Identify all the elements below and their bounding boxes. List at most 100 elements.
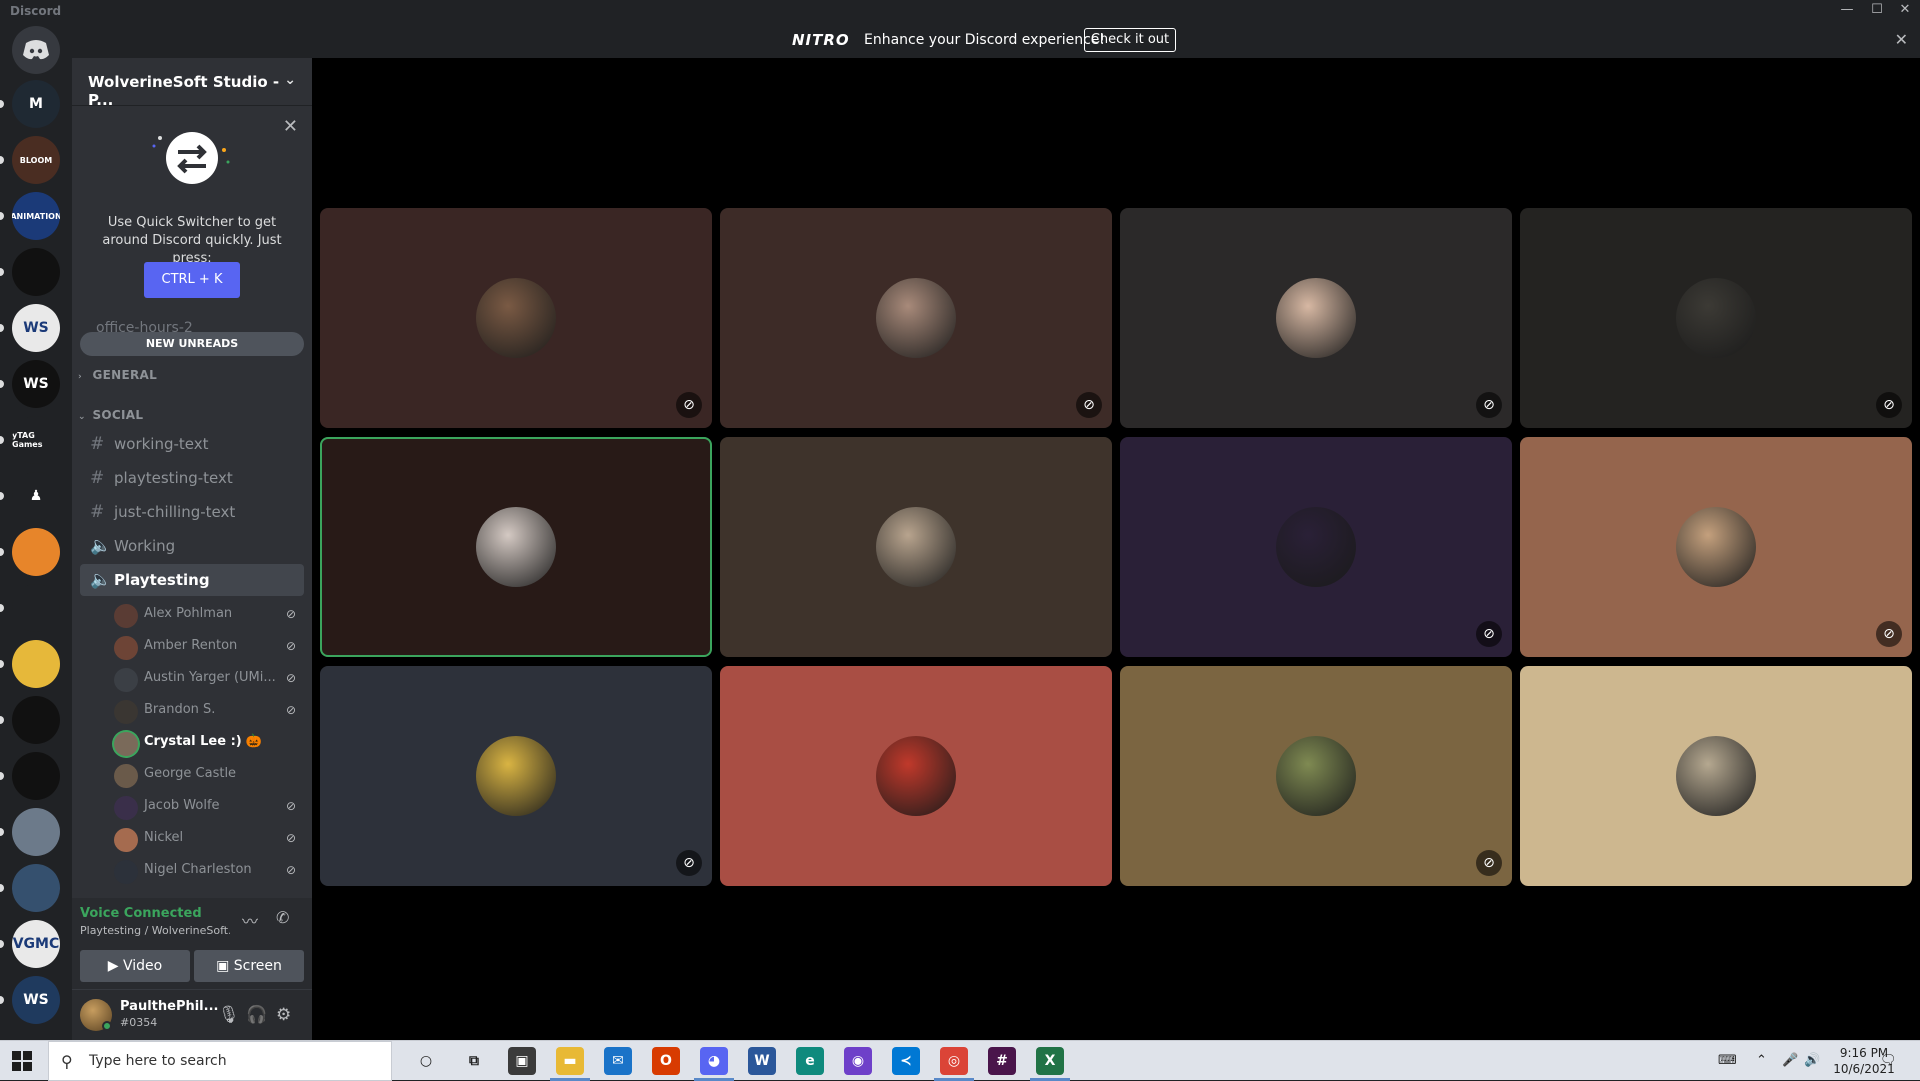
- unread-indicator: [0, 716, 4, 724]
- taskbar-search-box[interactable]: ⚲ Type here to search: [48, 1041, 392, 1081]
- chevron-up-icon[interactable]: ⌃: [1756, 1053, 1767, 1068]
- shortcut-button[interactable]: CTRL + K: [144, 262, 240, 298]
- channel-playtesting-voice[interactable]: 🔈 Playtesting: [80, 564, 304, 596]
- voice-user[interactable]: George Castle: [112, 758, 304, 790]
- avatar: [1276, 278, 1356, 358]
- unread-indicator: [0, 548, 4, 556]
- taskbar-excel-icon[interactable]: X: [1036, 1047, 1064, 1075]
- taskbar-word-icon[interactable]: W: [748, 1047, 776, 1075]
- server-bloom[interactable]: BLOOM: [12, 136, 60, 184]
- video-tile[interactable]: [320, 437, 712, 657]
- close-window-button[interactable]: ✕: [1890, 2, 1920, 20]
- screen-label: Screen: [233, 958, 282, 974]
- video-tile[interactable]: [720, 666, 1112, 886]
- video-tile[interactable]: ⊘: [320, 208, 712, 428]
- server-landscape[interactable]: [12, 864, 60, 912]
- minimize-button[interactable]: —: [1832, 2, 1862, 20]
- category-social[interactable]: ⌄ SOCIAL: [78, 408, 143, 422]
- quick-switcher-text: Use Quick Switcher to get around Discord…: [102, 215, 282, 266]
- voice-user[interactable]: Austin Yarger (UMi... ⊘: [112, 662, 304, 694]
- avatar: [876, 736, 956, 816]
- taskbar-chrome-icon[interactable]: ◎: [940, 1047, 968, 1075]
- taskbar-office-icon[interactable]: O: [652, 1047, 680, 1075]
- voice-user[interactable]: Nickel ⊘: [112, 822, 304, 854]
- server-paint[interactable]: [12, 248, 60, 296]
- headphones-icon[interactable]: 🎧: [246, 1005, 267, 1025]
- server-yellow[interactable]: [12, 640, 60, 688]
- video-tile[interactable]: [1520, 666, 1912, 886]
- server-rail: M BLOOM ANIMATION WS WS yTAG Games ♟ VGMC WS: [0, 22, 72, 1040]
- taskbar-store-icon[interactable]: ▣: [508, 1047, 536, 1075]
- voice-user[interactable]: Brandon S. ⊘: [112, 694, 304, 726]
- windows-start-button[interactable]: [12, 1051, 32, 1071]
- home-button[interactable]: [12, 26, 60, 74]
- server-chess[interactable]: ♟: [12, 472, 60, 520]
- voice-user[interactable]: Alex Pohlman ⊘: [112, 598, 304, 630]
- category-general[interactable]: › GENERAL: [78, 368, 157, 382]
- voice-connected-status[interactable]: Voice Connected: [80, 906, 202, 921]
- taskbar-vscode-icon[interactable]: ≺: [892, 1047, 920, 1075]
- new-unreads-pill[interactable]: NEW UNREADS: [80, 332, 304, 356]
- server-ws-blue[interactable]: WS: [12, 976, 60, 1024]
- taskbar-slack-icon[interactable]: #: [988, 1047, 1016, 1075]
- chevron-right-icon: ›: [78, 372, 83, 382]
- noise-suppression-icon[interactable]: 〰: [242, 908, 258, 932]
- check-it-out-button[interactable]: Check it out: [1084, 28, 1176, 52]
- dismiss-banner-button[interactable]: ✕: [1895, 30, 1908, 49]
- taskbar-github-icon[interactable]: ◉: [844, 1047, 872, 1075]
- voice-user[interactable]: Jacob Wolfe ⊘: [112, 790, 304, 822]
- video-tile[interactable]: ⊘: [320, 666, 712, 886]
- video-button[interactable]: ▶ Video: [80, 950, 190, 982]
- video-tile[interactable]: ⊘: [1120, 666, 1512, 886]
- screen-share-button[interactable]: ▣ Screen: [194, 950, 304, 982]
- server-vgmc[interactable]: VGMC: [12, 920, 60, 968]
- gear-icon[interactable]: ⚙: [276, 1005, 291, 1025]
- taskbar-mail-icon[interactable]: ✉: [604, 1047, 632, 1075]
- server-pixel[interactable]: [12, 696, 60, 744]
- voice-location[interactable]: Playtesting / WolverineSoft...: [80, 924, 230, 937]
- close-tip-button[interactable]: ✕: [283, 116, 298, 137]
- channel-office-hours-2[interactable]: office-hours-2: [96, 320, 193, 332]
- server-ytag[interactable]: yTAG Games: [12, 416, 60, 464]
- video-tile[interactable]: ⊘: [1520, 208, 1912, 428]
- mute-microphone-icon[interactable]: 🎙: [218, 1005, 240, 1025]
- server-m[interactable]: M: [12, 80, 60, 128]
- video-tile[interactable]: ⊘: [1520, 437, 1912, 657]
- muted-mic-icon: ⊘: [285, 863, 296, 877]
- notifications-icon[interactable]: 🗨: [1880, 1053, 1897, 1068]
- muted-mic-icon: ⊘: [285, 607, 296, 621]
- channel-label: just-chilling-text: [114, 503, 236, 521]
- server-michigan-animation[interactable]: ANIMATION: [12, 192, 60, 240]
- taskbar-discord-icon[interactable]: ◕: [700, 1047, 728, 1075]
- maximize-button[interactable]: ☐: [1862, 2, 1892, 20]
- channel-working-voice[interactable]: 🔈 Working: [80, 530, 304, 562]
- username[interactable]: PaulthePhil...: [120, 999, 218, 1014]
- video-tile[interactable]: ⊘: [720, 208, 1112, 428]
- volume-icon[interactable]: 🔊: [1804, 1053, 1820, 1068]
- avatar: [476, 736, 556, 816]
- guild-header[interactable]: WolverineSoft Studio - P... ⌄: [72, 58, 312, 109]
- voice-user[interactable]: Crystal Lee :) 🎃: [112, 726, 304, 758]
- channel-just-chilling-text[interactable]: # just-chilling-text: [80, 496, 304, 528]
- video-tile[interactable]: [720, 437, 1112, 657]
- server-fire[interactable]: [12, 528, 60, 576]
- disconnect-icon[interactable]: ✆: [276, 908, 289, 927]
- voice-user[interactable]: Nigel Charleston ⊘: [112, 854, 304, 886]
- channel-playtesting-text[interactable]: # playtesting-text: [80, 462, 304, 494]
- video-tile[interactable]: ⊘: [1120, 437, 1512, 657]
- server-truck[interactable]: [12, 808, 60, 856]
- channel-working-text[interactable]: # working-text: [80, 428, 304, 460]
- server-orange[interactable]: [12, 584, 60, 632]
- taskbar-cortana-icon[interactable]: ○: [412, 1047, 440, 1075]
- video-tile[interactable]: ⊘: [1120, 208, 1512, 428]
- keyboard-icon[interactable]: ⌨: [1718, 1053, 1737, 1068]
- server-wolverinesoft-1[interactable]: WS: [12, 304, 60, 352]
- taskbar-edge-icon[interactable]: e: [796, 1047, 824, 1075]
- taskbar-file-explorer-icon[interactable]: ▬: [556, 1047, 584, 1075]
- voice-user-name: Nickel: [144, 830, 184, 845]
- taskbar-task-view-icon[interactable]: ⧉: [460, 1047, 488, 1075]
- server-wolverinesoft-2[interactable]: WS: [12, 360, 60, 408]
- microphone-icon[interactable]: 🎤: [1782, 1053, 1798, 1068]
- voice-user[interactable]: Amber Renton ⊘: [112, 630, 304, 662]
- server-book[interactable]: [12, 752, 60, 800]
